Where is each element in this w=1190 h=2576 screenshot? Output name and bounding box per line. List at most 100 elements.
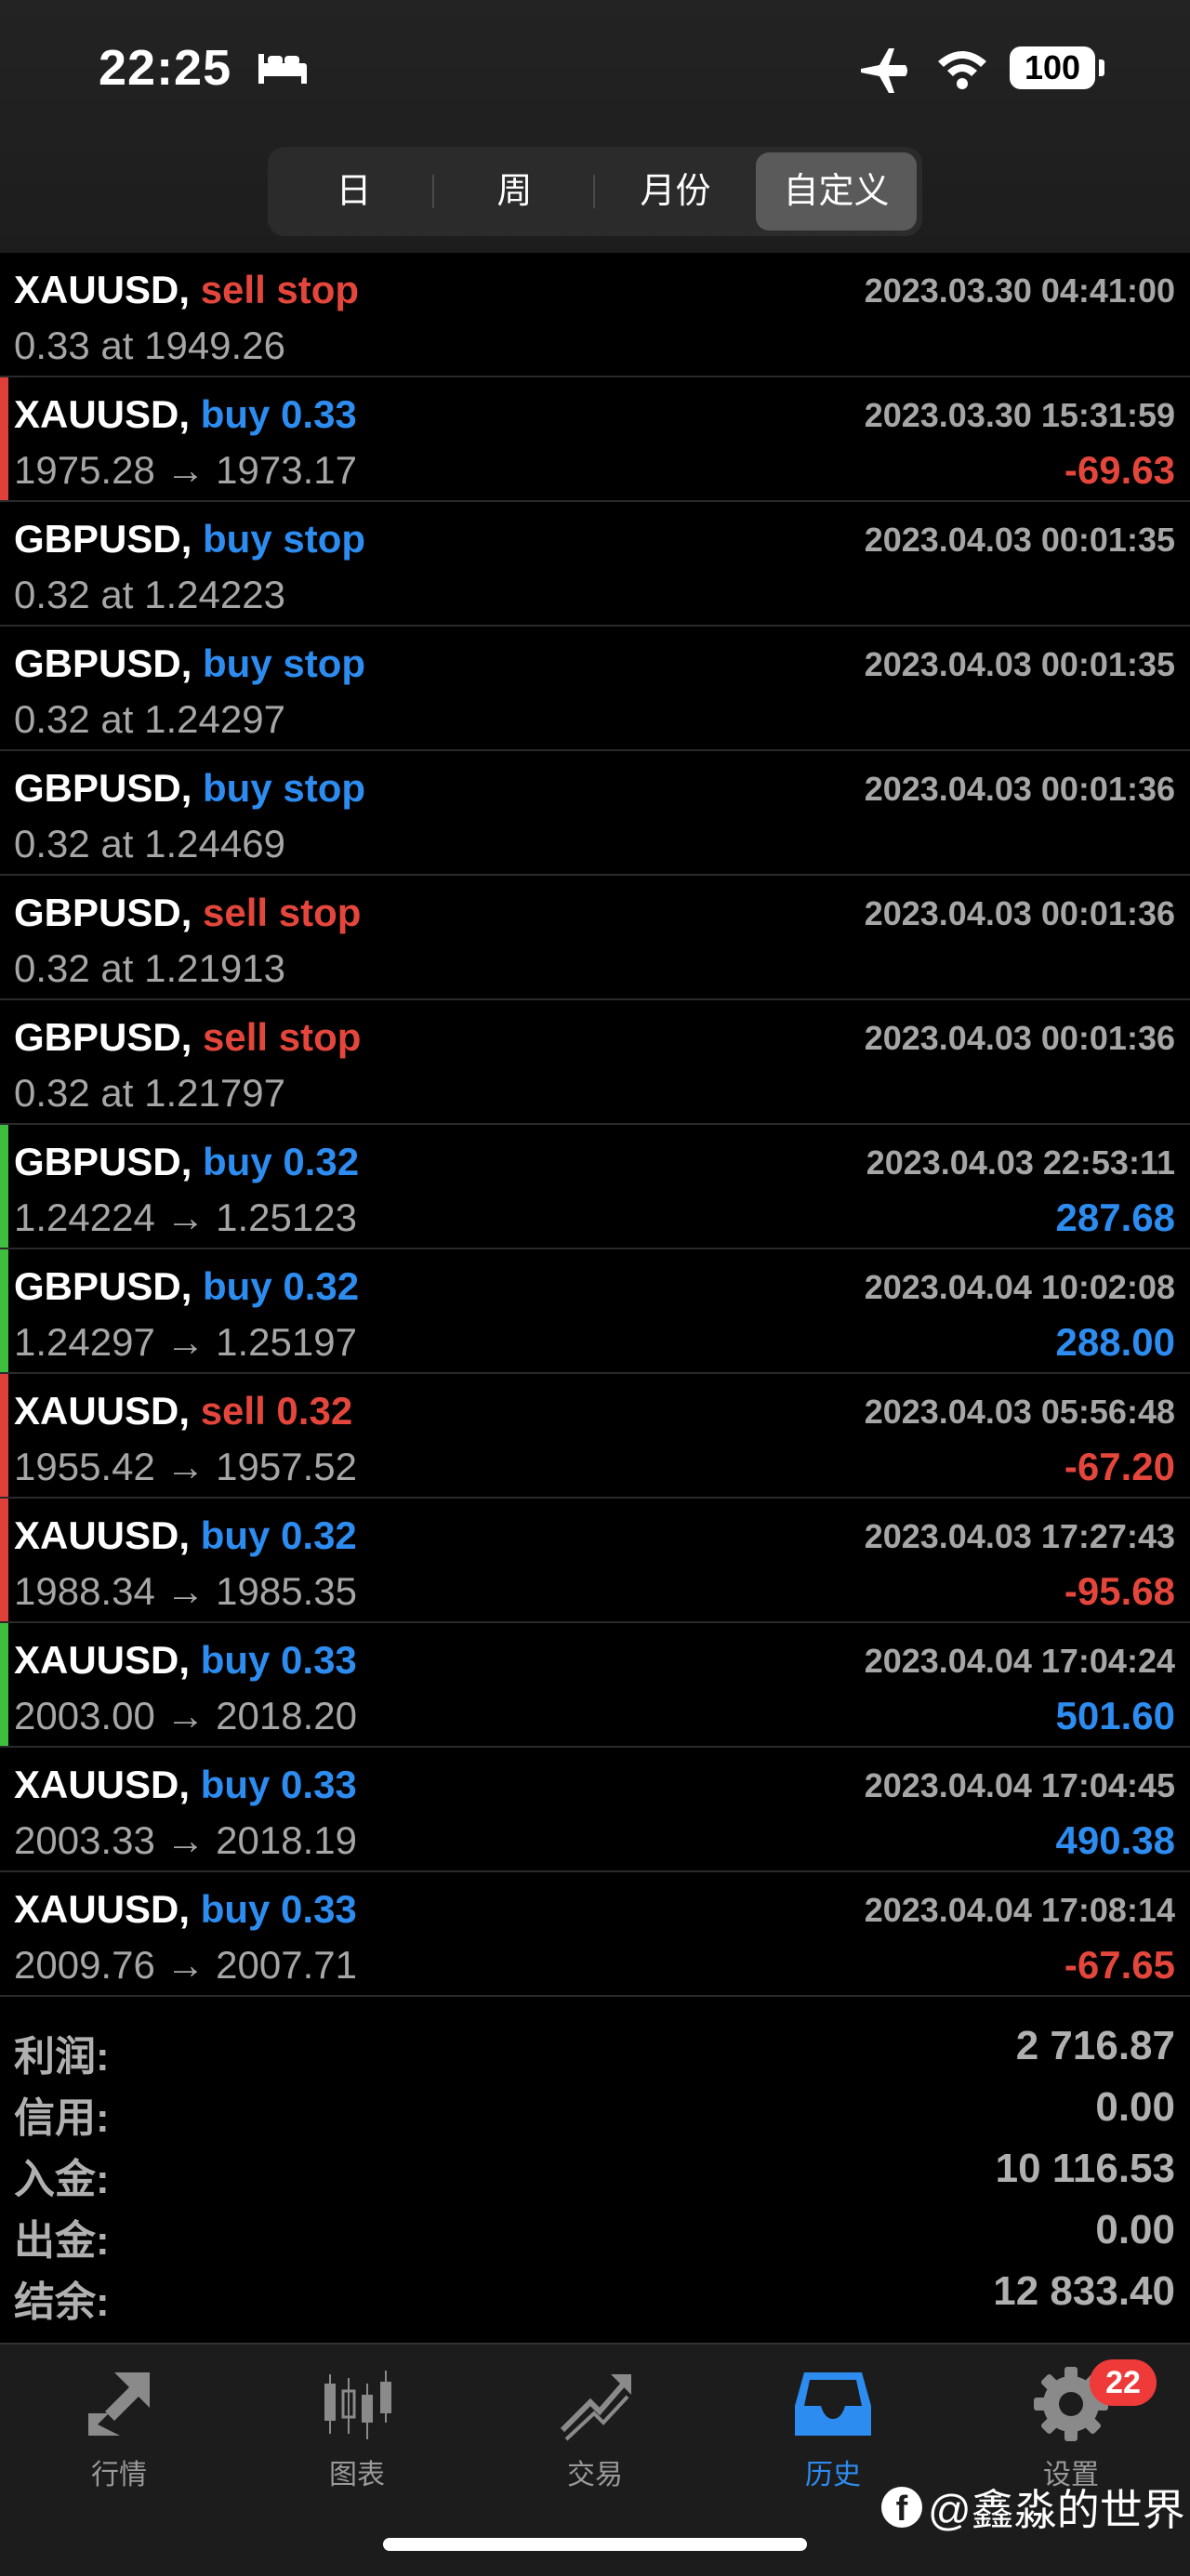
summary-row: 结余: 12 833.40	[0, 2261, 1190, 2325]
row-date: 2023.04.03 00:01:36	[864, 770, 1175, 808]
summary-value: 12 833.40	[993, 2268, 1175, 2314]
summary-label: 出金:	[14, 2218, 110, 2264]
order-type: sell stop	[203, 891, 362, 934]
row-profit: 288.00	[1055, 1320, 1175, 1364]
row-detail: 0.32 at 1.21797	[14, 1071, 285, 1115]
settings-badge: 22	[1090, 2359, 1157, 2406]
symbol-text: XAUUSD,	[14, 268, 191, 311]
history-list: XAUUSD, sell stop 2023.03.30 04:41:00 0.…	[0, 253, 1190, 1997]
summary-label: 入金:	[14, 2157, 110, 2202]
symbol-text: XAUUSD,	[14, 1513, 191, 1557]
row-date: 2023.04.04 10:02:08	[864, 1268, 1175, 1306]
result-bar	[0, 1623, 8, 1746]
tab-trade-label: 交易	[567, 2460, 623, 2490]
summary-value: 2 716.87	[1015, 2023, 1175, 2068]
row-symbol: GBPUSD, buy 0.32	[14, 1140, 359, 1184]
order-type: buy 0.33	[200, 1887, 357, 1931]
row-symbol: XAUUSD, sell 0.32	[14, 1389, 352, 1433]
home-indicator[interactable]	[383, 2538, 807, 2551]
order-type: buy stop	[203, 766, 366, 810]
order-type: sell 0.32	[200, 1389, 353, 1433]
row-date: 2023.04.04 17:08:14	[864, 1891, 1175, 1929]
segment-week[interactable]: 周	[434, 152, 595, 231]
row-detail: 0.32 at 1.24469	[14, 822, 285, 865]
symbol-text: XAUUSD,	[14, 1638, 191, 1682]
facebook-icon: f	[881, 2487, 922, 2529]
history-row[interactable]: XAUUSD, sell 0.32 2023.04.03 05:56:48 19…	[0, 1374, 1190, 1499]
status-time: 22:25	[99, 40, 232, 96]
row-date: 2023.04.03 17:27:43	[864, 1517, 1175, 1555]
summary-row: 入金: 10 116.53	[0, 2138, 1190, 2202]
history-row[interactable]: GBPUSD, sell stop 2023.04.03 00:01:36 0.…	[0, 1000, 1190, 1125]
symbol-text: GBPUSD,	[14, 766, 192, 810]
summary-panel: 利润: 2 716.87 信用: 0.00 入金: 10 116.53 出金: …	[0, 2015, 1190, 2343]
trade-icon	[560, 2374, 631, 2441]
segment-month[interactable]: 月份	[595, 152, 756, 231]
row-symbol: XAUUSD, buy 0.33	[14, 1763, 357, 1807]
order-type: buy 0.33	[200, 392, 357, 436]
tab-quotes-label: 行情	[91, 2460, 147, 2490]
row-symbol: XAUUSD, buy 0.32	[14, 1513, 357, 1558]
order-type: buy 0.32	[200, 1513, 357, 1557]
segment-custom[interactable]: 自定义	[756, 152, 917, 231]
row-date: 2023.04.03 05:56:48	[864, 1393, 1175, 1431]
history-row[interactable]: XAUUSD, sell stop 2023.03.30 04:41:00 0.…	[0, 253, 1190, 377]
row-symbol: GBPUSD, sell stop	[14, 1015, 361, 1060]
row-detail: 1.24224 → 1.25123	[14, 1196, 357, 1239]
row-date: 2023.04.04 17:04:45	[864, 1766, 1175, 1804]
row-detail: 0.32 at 1.24297	[14, 697, 285, 741]
symbol-text: GBPUSD,	[14, 517, 192, 561]
row-symbol: XAUUSD, buy 0.33	[14, 392, 357, 437]
order-type: buy 0.33	[200, 1763, 357, 1806]
tab-quotes[interactable]: 行情	[35, 2365, 203, 2504]
row-date: 2023.04.03 00:01:35	[864, 521, 1175, 559]
summary-value: 10 116.53	[995, 2146, 1175, 2191]
row-detail: 2003.33 → 2018.19	[14, 1818, 357, 1862]
period-segmented-control: 日 周 月份 自定义	[268, 147, 922, 236]
result-bar	[0, 1374, 8, 1497]
history-row[interactable]: XAUUSD, buy 0.33 2023.04.04 17:04:45 200…	[0, 1748, 1190, 1872]
history-row[interactable]: GBPUSD, buy stop 2023.04.03 00:01:35 0.3…	[0, 627, 1190, 751]
summary-row: 利润: 2 716.87	[0, 2015, 1190, 2080]
history-row[interactable]: GBPUSD, buy stop 2023.04.03 00:01:35 0.3…	[0, 502, 1190, 627]
quotes-icon	[88, 2372, 150, 2436]
row-date: 2023.03.30 04:41:00	[864, 271, 1175, 310]
history-row[interactable]: GBPUSD, buy 0.32 2023.04.03 22:53:11 1.2…	[0, 1125, 1190, 1249]
history-row[interactable]: GBPUSD, buy stop 2023.04.03 00:01:36 0.3…	[0, 751, 1190, 876]
row-symbol: GBPUSD, buy stop	[14, 766, 365, 811]
row-symbol: XAUUSD, buy 0.33	[14, 1638, 357, 1683]
order-type: sell stop	[203, 1015, 362, 1059]
symbol-text: GBPUSD,	[14, 1264, 192, 1308]
history-row[interactable]: GBPUSD, buy 0.32 2023.04.04 10:02:08 1.2…	[0, 1249, 1190, 1374]
result-bar	[0, 377, 8, 500]
row-profit: -69.63	[1064, 448, 1175, 492]
row-detail: 0.33 at 1949.26	[14, 324, 285, 367]
history-row[interactable]: XAUUSD, buy 0.33 2023.04.04 17:08:14 200…	[0, 1872, 1190, 1997]
symbol-text: XAUUSD,	[14, 1887, 191, 1931]
row-date: 2023.04.04 17:04:24	[864, 1642, 1175, 1680]
symbol-text: GBPUSD,	[14, 891, 192, 934]
order-type: buy stop	[203, 517, 366, 561]
sleep-focus-icon	[258, 54, 307, 84]
row-detail: 1988.34 → 1985.35	[14, 1569, 357, 1613]
row-symbol: GBPUSD, buy stop	[14, 517, 365, 561]
segment-day[interactable]: 日	[273, 152, 434, 231]
tab-chart[interactable]: 图表	[273, 2365, 441, 2504]
history-row[interactable]: XAUUSD, buy 0.32 2023.04.03 17:27:43 198…	[0, 1499, 1190, 1623]
row-profit: 501.60	[1055, 1694, 1175, 1737]
battery-level: 100	[1010, 46, 1095, 89]
history-row[interactable]: GBPUSD, sell stop 2023.04.03 00:01:36 0.…	[0, 876, 1190, 1000]
result-bar	[0, 1499, 8, 1621]
tab-trade[interactable]: 交易	[511, 2365, 679, 2504]
watermark: f @鑫淼的世界	[881, 2477, 1185, 2538]
row-symbol: XAUUSD, sell stop	[14, 268, 359, 312]
history-icon	[795, 2372, 871, 2436]
row-detail: 1975.28 → 1973.17	[14, 448, 357, 492]
summary-label: 利润:	[14, 2034, 110, 2080]
history-row[interactable]: XAUUSD, buy 0.33 2023.04.04 17:04:24 200…	[0, 1623, 1190, 1748]
result-bar	[0, 1125, 8, 1248]
result-bar	[0, 1249, 8, 1372]
row-profit: -95.68	[1064, 1569, 1175, 1613]
history-row[interactable]: XAUUSD, buy 0.33 2023.03.30 15:31:59 197…	[0, 377, 1190, 502]
battery-tip	[1099, 59, 1104, 76]
